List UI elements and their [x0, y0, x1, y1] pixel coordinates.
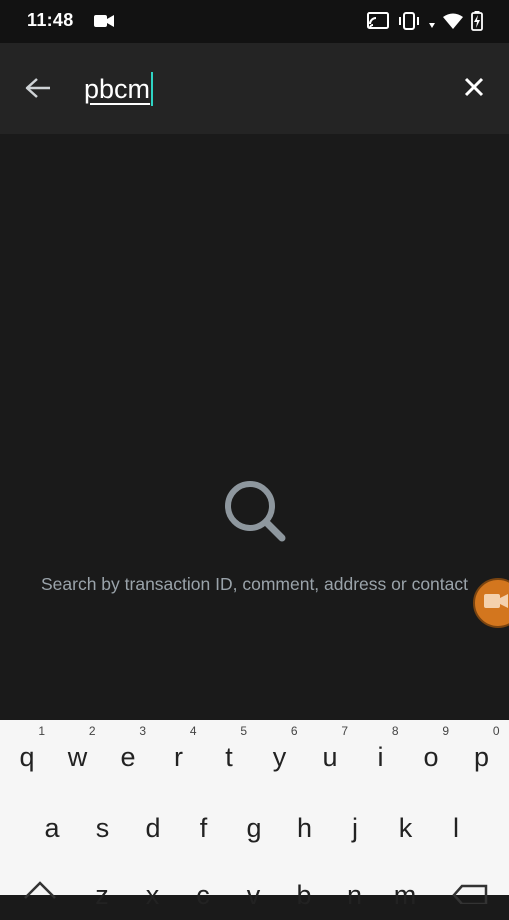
soft-keyboard: q1w2e3r4t5y6u7i8o9p0 asdfghjkl zxcvbnm: [0, 720, 509, 910]
status-time: 11:48: [27, 10, 74, 30]
key-g[interactable]: g: [234, 803, 274, 853]
key-c[interactable]: c: [183, 870, 223, 920]
key-k[interactable]: k: [386, 803, 426, 853]
wifi-icon: [443, 13, 463, 34]
status-icons: [367, 11, 483, 36]
floating-record-bubble[interactable]: [473, 578, 509, 628]
empty-state: Search by transaction ID, comment, addre…: [0, 476, 509, 597]
vibrate-icon: [397, 12, 421, 35]
key-i[interactable]: i8: [361, 724, 401, 782]
key-hint: 9: [442, 724, 449, 738]
key-z[interactable]: z: [82, 870, 122, 920]
clear-search-button[interactable]: [457, 72, 491, 106]
key-hint: 0: [492, 724, 500, 738]
cast-icon: [367, 12, 389, 35]
key-y[interactable]: y6: [260, 724, 300, 782]
key-hint: 7: [341, 724, 348, 738]
key-hint: 8: [391, 724, 399, 738]
arrow-left-icon: [25, 77, 51, 104]
key-w[interactable]: w2: [58, 724, 98, 782]
key-n[interactable]: n: [335, 870, 375, 920]
key-r[interactable]: r4: [159, 724, 199, 782]
magnifier-icon: [0, 476, 509, 546]
keyboard-row-3: zxcvbnm: [0, 870, 509, 920]
key-l[interactable]: l: [436, 803, 476, 853]
back-button[interactable]: [22, 74, 54, 106]
search-input[interactable]: pbcm: [84, 69, 154, 109]
key-b[interactable]: b: [284, 870, 324, 920]
search-query-text: pbcm: [84, 73, 151, 104]
close-icon: [464, 77, 484, 102]
key-hint: 4: [189, 724, 197, 738]
key-s[interactable]: s: [83, 803, 123, 853]
backspace-icon[interactable]: [452, 884, 488, 909]
key-p[interactable]: p0: [462, 724, 502, 782]
key-hint: 3: [139, 724, 146, 738]
key-d[interactable]: d: [133, 803, 173, 853]
key-h[interactable]: h: [285, 803, 325, 853]
search-bar: pbcm: [0, 43, 509, 134]
key-v[interactable]: v: [234, 870, 274, 920]
battery-charging-icon: [471, 11, 483, 36]
empty-state-message: Search by transaction ID, comment, addre…: [41, 574, 468, 594]
keyboard-row-1: q1w2e3r4t5y6u7i8o9p0: [0, 724, 509, 782]
key-hint: 5: [240, 724, 247, 738]
video-camera-icon: [483, 592, 509, 615]
key-m[interactable]: m: [385, 870, 425, 920]
key-a[interactable]: a: [32, 803, 72, 853]
keyboard-row-2: asdfghjkl: [0, 803, 509, 853]
key-hint: 2: [88, 724, 96, 738]
key-j[interactable]: j: [335, 803, 375, 853]
key-e[interactable]: e3: [108, 724, 148, 782]
key-hint: 1: [38, 724, 45, 738]
dropdown-arrow-icon: [429, 15, 435, 33]
key-t[interactable]: t5: [209, 724, 249, 782]
key-q[interactable]: q1: [7, 724, 47, 782]
shift-icon[interactable]: [22, 878, 58, 907]
key-hint: 6: [290, 724, 298, 738]
text-caret: [151, 72, 154, 106]
status-bar: 11:48: [0, 0, 509, 43]
key-o[interactable]: o9: [411, 724, 451, 782]
key-x[interactable]: x: [133, 870, 173, 920]
key-u[interactable]: u7: [310, 724, 350, 782]
key-f[interactable]: f: [184, 803, 224, 853]
video-camera-icon: [94, 14, 114, 33]
